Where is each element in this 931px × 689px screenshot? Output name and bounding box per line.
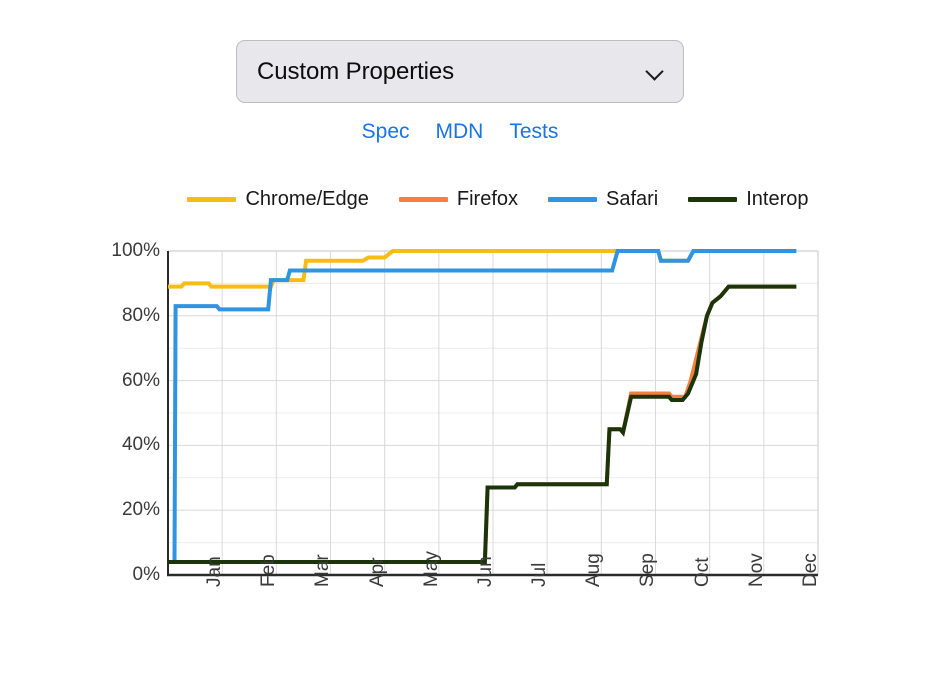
link-spec[interactable]: Spec xyxy=(362,120,410,144)
feature-select[interactable]: Custom Properties xyxy=(236,40,684,103)
chevron-down-icon xyxy=(645,62,665,82)
resource-links: Spec MDN Tests xyxy=(236,120,684,144)
link-mdn[interactable]: MDN xyxy=(436,120,484,144)
x-tick-label: Apr xyxy=(367,557,389,587)
plot-area: 0%20%40%60%80%100% JanFebMarAprMayJunJul… xyxy=(0,176,931,646)
x-tick-label: Feb xyxy=(258,554,280,587)
link-tests[interactable]: Tests xyxy=(509,120,558,144)
x-tick-label: May xyxy=(421,551,443,587)
x-tick-label: Jul xyxy=(529,563,551,587)
x-tick-label: Dec xyxy=(800,553,822,587)
x-tick-label: Mar xyxy=(312,554,334,587)
x-tick-label: Sep xyxy=(637,553,659,587)
x-tick-label: Jan xyxy=(204,556,226,587)
x-tick-label: Oct xyxy=(692,557,714,587)
x-axis-ticks: Jan Feb Mar Apr May Jun Jul Aug Sep Oct Nov Dec xyxy=(0,176,931,646)
browser-support-chart: Chrome/Edge Firefox Safari Interop 0%20%… xyxy=(0,176,931,646)
x-tick-label: Aug xyxy=(583,553,605,587)
feature-selector-container: Custom Properties xyxy=(236,40,684,103)
feature-select-value: Custom Properties xyxy=(257,58,645,86)
x-tick-label: Nov xyxy=(746,553,768,587)
x-tick-label: Jun xyxy=(475,556,497,587)
